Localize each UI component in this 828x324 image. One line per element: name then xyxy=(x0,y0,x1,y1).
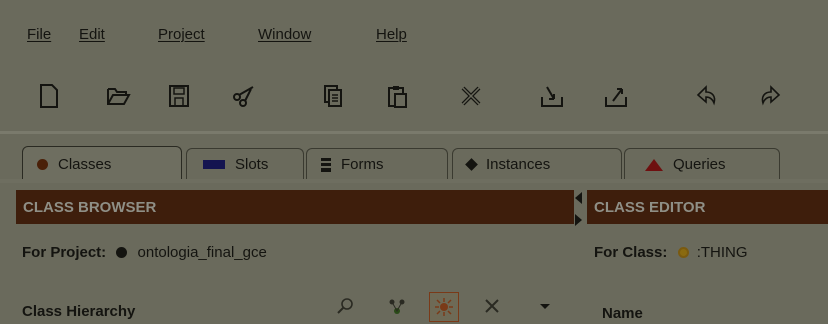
class-editor-title: CLASS EDITOR xyxy=(594,198,706,216)
project-name: ontologia_final_gce xyxy=(137,244,267,261)
new-file-icon xyxy=(40,84,58,108)
copy-icon xyxy=(324,85,342,107)
export-icon xyxy=(605,88,627,107)
tab-slots-label: Slots xyxy=(235,156,269,173)
save-button[interactable] xyxy=(164,81,194,111)
class-browser-title: CLASS BROWSER xyxy=(23,198,157,216)
redo-icon xyxy=(761,85,781,106)
class-icon xyxy=(677,247,689,258)
name-label-text: Name xyxy=(602,305,643,322)
class-name: :THING xyxy=(696,244,748,261)
tab-queries-label: Queries xyxy=(673,156,726,173)
new-file-button[interactable] xyxy=(34,81,64,111)
tab-forms[interactable]: Forms xyxy=(306,148,448,180)
tab-instances-label: Instances xyxy=(486,156,551,173)
collapse-right-icon[interactable] xyxy=(575,214,582,226)
delete-icon xyxy=(461,86,481,106)
collapse-left-icon[interactable] xyxy=(575,192,582,204)
paste-icon xyxy=(388,86,407,108)
search-icon xyxy=(337,298,353,314)
search-class-button[interactable] xyxy=(334,295,356,317)
menu-project[interactable]: Project xyxy=(158,26,205,43)
cut-icon xyxy=(233,86,254,107)
paste-button[interactable] xyxy=(382,81,412,111)
export-button[interactable] xyxy=(601,81,631,111)
open-folder-icon xyxy=(107,88,131,105)
create-class-icon xyxy=(435,298,453,316)
import-button[interactable] xyxy=(537,81,567,111)
create-class-button[interactable] xyxy=(429,292,459,322)
tab-classes[interactable]: Classes xyxy=(22,146,182,181)
class-hierarchy-label: Class Hierarchy xyxy=(22,303,135,320)
delete-button[interactable] xyxy=(456,81,486,111)
project-icon xyxy=(116,247,128,258)
undo-button[interactable] xyxy=(692,81,722,111)
subclass-icon xyxy=(389,299,405,314)
project-row: For Project: ontologia_final_gce xyxy=(22,244,267,261)
copy-button[interactable] xyxy=(318,81,348,111)
tab-forms-label: Forms xyxy=(341,156,384,173)
subclass-button[interactable] xyxy=(386,295,408,317)
classes-icon xyxy=(37,158,48,170)
delete-class-button[interactable] xyxy=(481,295,503,317)
class-label: For Class: xyxy=(594,244,668,261)
cut-button[interactable] xyxy=(229,81,259,111)
menu-bar: File Edit Project Window Help xyxy=(0,0,828,55)
delete-class-icon xyxy=(485,299,499,313)
tab-queries[interactable]: Queries xyxy=(624,148,780,180)
menu-window[interactable]: Window xyxy=(258,26,311,43)
project-label: For Project: xyxy=(22,244,107,261)
undo-icon xyxy=(696,85,716,106)
redo-button[interactable] xyxy=(755,81,785,111)
tab-slots[interactable]: Slots xyxy=(186,148,304,180)
open-button[interactable] xyxy=(103,81,133,111)
class-browser-header: CLASS BROWSER xyxy=(16,190,574,224)
chevron-down-icon xyxy=(540,304,550,309)
tab-instances[interactable]: Instances xyxy=(452,148,622,180)
tab-strip-border xyxy=(0,179,828,183)
name-label: Name xyxy=(602,305,643,322)
hierarchy-menu-button[interactable] xyxy=(534,295,556,317)
menu-help[interactable]: Help xyxy=(376,26,407,43)
queries-icon xyxy=(645,158,663,171)
menu-edit[interactable]: Edit xyxy=(79,26,105,43)
class-hierarchy-text: Class Hierarchy xyxy=(22,303,136,320)
slots-icon xyxy=(203,160,225,169)
tab-classes-label: Classes xyxy=(58,155,112,173)
instances-icon xyxy=(465,158,478,171)
class-editor-header: CLASS EDITOR xyxy=(587,190,828,224)
import-icon xyxy=(541,86,563,107)
toolbar-divider xyxy=(0,131,828,134)
save-icon xyxy=(169,85,189,107)
class-row: For Class: :THING xyxy=(594,244,748,261)
forms-icon xyxy=(321,157,331,172)
menu-file[interactable]: File xyxy=(27,26,51,43)
